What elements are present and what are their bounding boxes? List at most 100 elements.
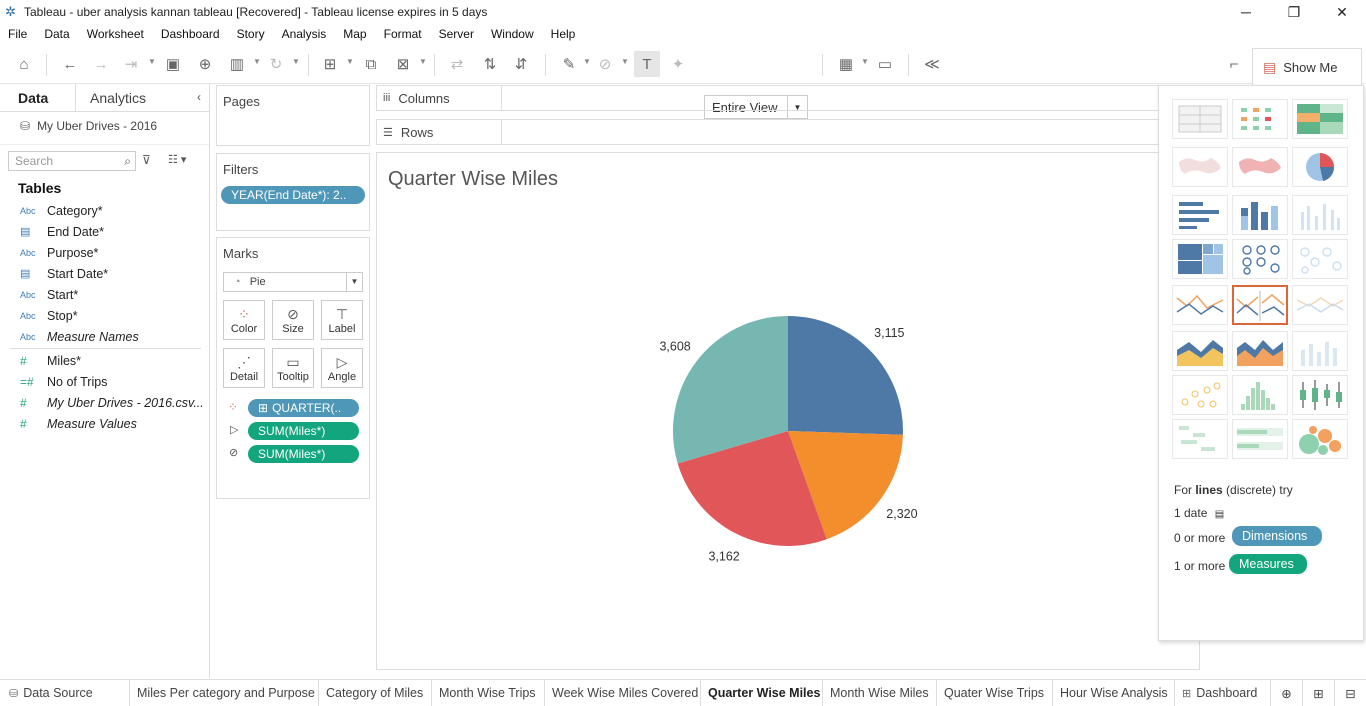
mark-type-select[interactable]: ◔ Pie ▼ <box>223 272 363 292</box>
pages-card[interactable]: Pages <box>216 85 370 146</box>
duplicate-sheet-icon[interactable]: ⧉ <box>358 51 384 77</box>
field-category[interactable]: Abc Category* <box>0 200 209 221</box>
filters-card[interactable]: Filters YEAR(End Date*): 2.. <box>216 153 370 231</box>
marks-tooltip-button[interactable]: ▭ Tooltip <box>272 348 314 388</box>
show-me-gantt[interactable] <box>1172 419 1228 459</box>
new-dashboard-tab-button[interactable]: ⊞ <box>1303 680 1335 706</box>
undo-icon[interactable]: ← <box>57 51 83 77</box>
show-me-area-discrete[interactable] <box>1232 331 1288 371</box>
show-me-text-table[interactable] <box>1172 99 1228 139</box>
show-me-box-whisker[interactable] <box>1292 375 1348 415</box>
show-me-dual-lines[interactable] <box>1292 285 1348 325</box>
menu-server[interactable]: Server <box>439 27 474 41</box>
filter-pill-year-end-date[interactable]: YEAR(End Date*): 2.. <box>221 186 365 204</box>
field-end-date[interactable]: ▤ End Date* <box>0 221 209 242</box>
tab-quater-wise-trips[interactable]: Quater Wise Trips <box>937 680 1053 706</box>
menu-window[interactable]: Window <box>491 27 534 41</box>
show-me-button[interactable]: ▤ Show Me <box>1252 48 1362 86</box>
menu-format[interactable]: Format <box>384 27 422 41</box>
tab-data[interactable]: Data <box>0 84 76 112</box>
clear-sheet-icon[interactable]: ⊠ <box>390 51 416 77</box>
tab-month-wise-miles[interactable]: Month Wise Miles <box>823 680 937 706</box>
show-me-stacked-bars[interactable] <box>1232 195 1288 235</box>
show-me-heat-map[interactable] <box>1232 99 1288 139</box>
field-start-date[interactable]: ▤ Start Date* <box>0 263 209 284</box>
show-me-scatter-plot[interactable] <box>1172 375 1228 415</box>
marks-size-button[interactable]: ⊘ Size <box>272 300 314 340</box>
show-me-histogram[interactable] <box>1232 375 1288 415</box>
pie-chart[interactable]: 3,115 2,320 3,162 3,608 <box>377 153 1199 669</box>
field-start[interactable]: Abc Start* <box>0 284 209 305</box>
highlight-icon[interactable]: ✎ <box>556 51 582 77</box>
show-me-pie-chart[interactable] <box>1292 147 1348 187</box>
marks-pill-angle-sum-miles[interactable]: SUM(Miles*) <box>248 422 359 440</box>
field-miles[interactable]: # Miles* <box>0 350 209 371</box>
menu-help[interactable]: Help <box>551 27 576 41</box>
tab-miles-per-category[interactable]: Miles Per category and Purpose <box>130 680 319 706</box>
show-me-horizontal-bars[interactable] <box>1172 195 1228 235</box>
rows-shelf[interactable]: ☰ Rows <box>376 119 1166 145</box>
share-icon[interactable]: ≪ <box>919 51 945 77</box>
tab-week-wise-miles[interactable]: Week Wise Miles Covered <box>545 680 701 706</box>
menu-map[interactable]: Map <box>343 27 366 41</box>
datasource-item[interactable]: ⛁ My Uber Drives - 2016 <box>0 112 209 140</box>
sort-descending-icon[interactable]: ⇵ <box>508 51 534 77</box>
redo-icon[interactable]: → <box>88 51 114 77</box>
show-me-dual-combination[interactable] <box>1292 331 1348 371</box>
show-me-continuous-lines[interactable] <box>1172 285 1228 325</box>
field-measure-names[interactable]: Abc Measure Names <box>0 326 209 347</box>
tab-analytics[interactable]: Analytics <box>76 84 186 112</box>
menu-story[interactable]: Story <box>237 27 265 41</box>
field-measure-values[interactable]: # Measure Values <box>0 413 209 434</box>
search-input[interactable]: Search ⌕ <box>8 151 136 171</box>
show-me-circle-views[interactable] <box>1232 239 1288 279</box>
new-story-tab-button[interactable]: ⊟ <box>1335 680 1366 706</box>
show-me-discrete-lines[interactable] <box>1232 285 1288 325</box>
show-me-filled-map[interactable] <box>1232 147 1288 187</box>
show-me-treemap[interactable] <box>1172 239 1228 279</box>
view-list-icon[interactable]: ☷ ▾ <box>168 153 186 166</box>
marks-label-button[interactable]: ⊤ Label <box>321 300 363 340</box>
columns-shelf[interactable]: iii Columns <box>376 85 1166 111</box>
marks-pill-quarter[interactable]: ⊞ QUARTER(.. <box>248 399 359 417</box>
show-cards-icon[interactable]: ▦ <box>833 51 859 77</box>
field-purpose[interactable]: Abc Purpose* <box>0 242 209 263</box>
show-me-side-by-side-bars[interactable] <box>1292 195 1348 235</box>
marks-color-button[interactable]: ⁘ Color <box>223 300 265 340</box>
group-members-icon[interactable]: ⊘ <box>592 51 618 77</box>
close-button[interactable]: ✕ <box>1318 0 1366 24</box>
pause-updates-icon[interactable]: ▥ <box>224 51 250 77</box>
field-count[interactable]: # My Uber Drives - 2016.csv... <box>0 392 209 413</box>
new-worksheet-tab-button[interactable]: ⊕ <box>1271 680 1303 706</box>
menu-file[interactable]: File <box>8 27 27 41</box>
tab-hour-wise-analysis[interactable]: Hour Wise Analysis <box>1053 680 1175 706</box>
home-icon[interactable]: ⌂ <box>11 51 37 77</box>
fix-axes-icon[interactable]: ✦ <box>665 51 691 77</box>
refresh-icon[interactable]: ↻ <box>263 51 289 77</box>
tab-category-of-miles[interactable]: Category of Miles <box>319 680 432 706</box>
new-worksheet-icon[interactable]: ⊞ <box>317 51 343 77</box>
show-me-bullet-graph[interactable] <box>1232 419 1288 459</box>
marks-pill-size-sum-miles[interactable]: SUM(Miles*) <box>248 445 359 463</box>
field-no-of-trips[interactable]: =# No of Trips <box>0 371 209 392</box>
show-me-symbol-map[interactable] <box>1172 147 1228 187</box>
view-canvas[interactable]: Quarter Wise Miles 3,115 2,320 3,162 3,608 <box>376 152 1200 670</box>
show-me-packed-bubbles[interactable] <box>1292 419 1348 459</box>
filter-icon[interactable]: ⊽ <box>142 153 151 167</box>
tab-data-source[interactable]: ⛁ Data Source <box>0 680 130 706</box>
collapse-panel-icon[interactable]: ‹ <box>197 90 201 104</box>
marks-detail-button[interactable]: ⋰ Detail <box>223 348 265 388</box>
menu-dashboard[interactable]: Dashboard <box>161 27 220 41</box>
show-me-area-continuous[interactable] <box>1172 331 1228 371</box>
presentation-mode-icon[interactable]: ▭ <box>872 51 898 77</box>
tab-month-wise-trips[interactable]: Month Wise Trips <box>432 680 545 706</box>
tab-quarter-wise-miles[interactable]: Quarter Wise Miles <box>701 680 823 706</box>
replay-icon[interactable]: ⇥ <box>118 51 144 77</box>
tab-dashboard[interactable]: ⊞ Dashboard <box>1175 680 1271 706</box>
new-datasource-icon[interactable]: ⊕ <box>192 51 218 77</box>
menu-analysis[interactable]: Analysis <box>282 27 327 41</box>
minimize-button[interactable]: ─ <box>1222 0 1270 24</box>
sort-ascending-icon[interactable]: ⇅ <box>477 51 503 77</box>
save-icon[interactable]: ▣ <box>160 51 186 77</box>
show-mark-labels-icon[interactable]: T <box>634 51 660 77</box>
